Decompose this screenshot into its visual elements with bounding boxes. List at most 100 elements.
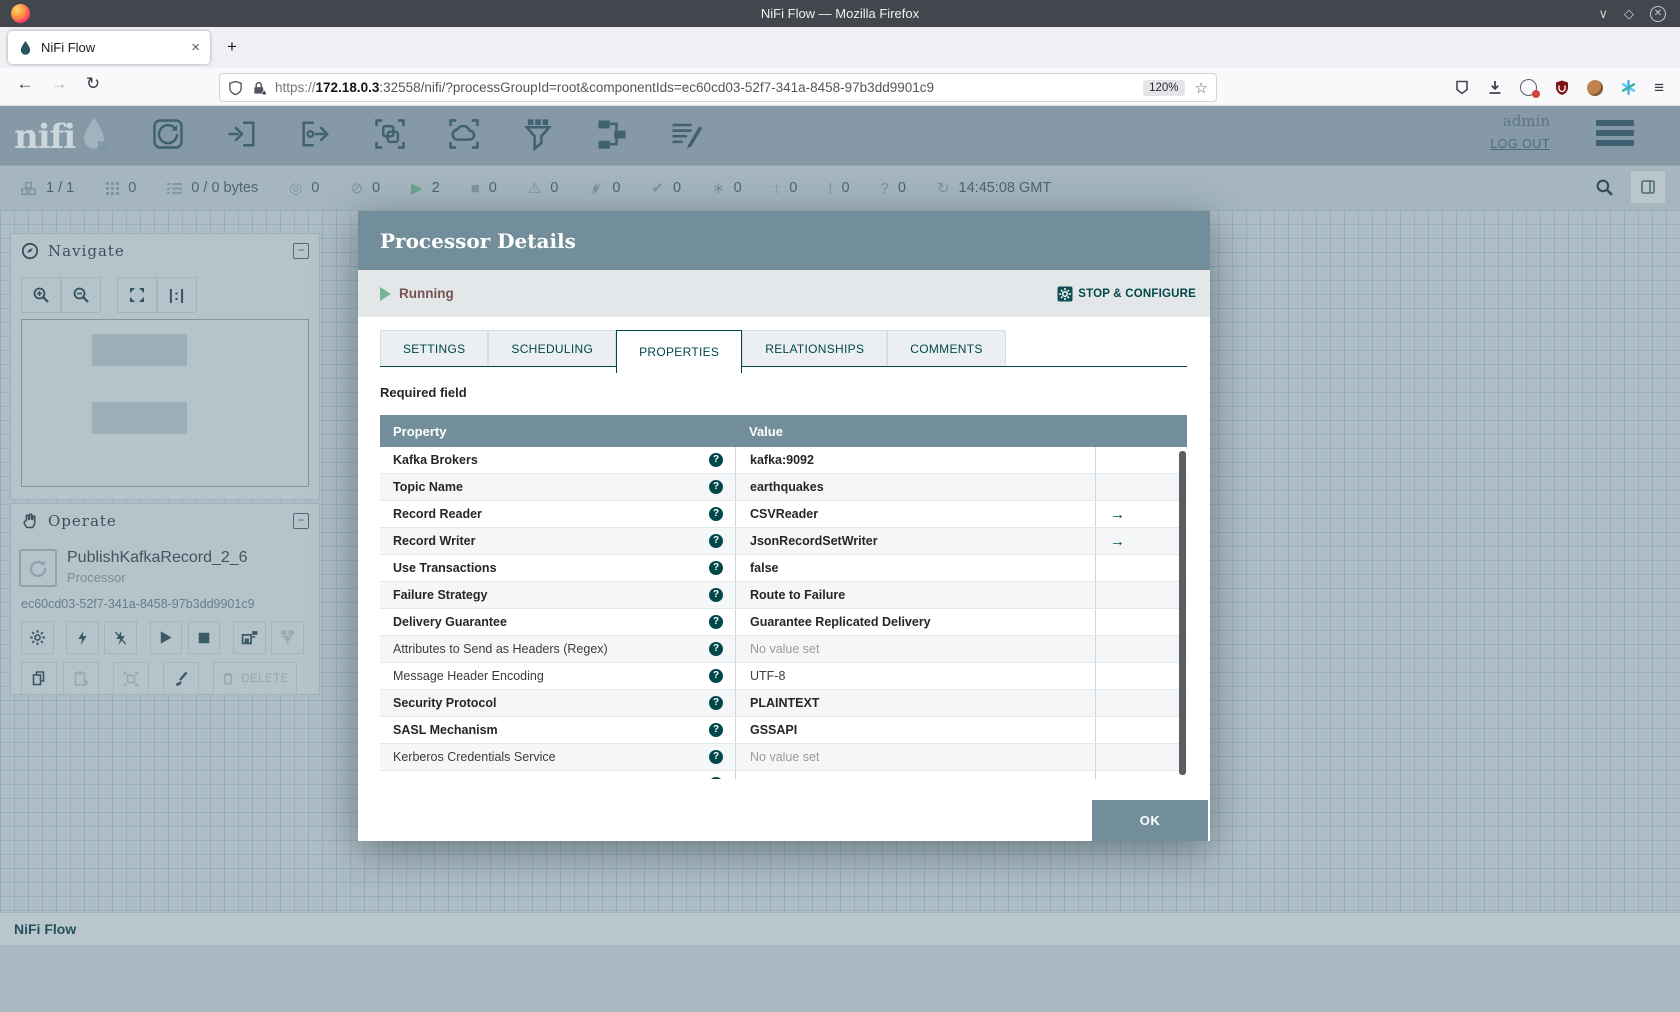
configure-button[interactable] bbox=[21, 621, 54, 654]
property-value-cell[interactable]: UTF-8 bbox=[735, 663, 1095, 689]
bookmark-star-icon[interactable]: ☆ bbox=[1195, 79, 1208, 97]
property-value-cell[interactable]: Route to Failure bbox=[735, 582, 1095, 608]
property-value-cell[interactable]: kafka:9092 bbox=[735, 447, 1095, 473]
sidebar-toggle-icon[interactable] bbox=[1630, 170, 1666, 204]
pocket-shield-icon[interactable] bbox=[1454, 79, 1470, 96]
property-help-icon[interactable]: ? bbox=[709, 588, 723, 602]
tracking-shield-icon[interactable] bbox=[228, 80, 243, 96]
property-help-icon[interactable]: ? bbox=[709, 615, 723, 629]
property-row[interactable]: Attributes to Send as Headers (Regex) ? … bbox=[380, 636, 1187, 663]
property-help-icon[interactable]: ? bbox=[709, 642, 723, 656]
birdseye-minimap[interactable] bbox=[21, 319, 309, 487]
extension-spark-icon[interactable] bbox=[1620, 79, 1637, 96]
property-help-icon[interactable]: ? bbox=[709, 507, 723, 521]
new-tab-button[interactable]: + bbox=[220, 36, 244, 60]
property-row[interactable]: Kerberos Credentials Service ? No value … bbox=[380, 744, 1187, 771]
collapse-operate-icon[interactable]: − bbox=[293, 512, 309, 529]
minimize-icon[interactable]: ∨ bbox=[1598, 6, 1608, 22]
property-help-icon[interactable]: ? bbox=[709, 561, 723, 575]
download-icon[interactable] bbox=[1487, 79, 1503, 96]
property-value-cell[interactable]: No value set bbox=[735, 771, 1095, 779]
tab-relationships[interactable]: RELATIONSHIPS bbox=[742, 330, 888, 366]
property-row[interactable]: Record Reader ? CSVReader → bbox=[380, 501, 1187, 528]
property-row[interactable]: Use Transactions ? false bbox=[380, 555, 1187, 582]
property-value-cell[interactable]: No value set bbox=[735, 744, 1095, 770]
account-icon[interactable] bbox=[1520, 79, 1541, 98]
group-button[interactable] bbox=[113, 662, 149, 695]
processor-icon[interactable] bbox=[148, 114, 188, 154]
property-value-cell[interactable]: CSVReader bbox=[735, 501, 1095, 527]
property-value-cell[interactable]: JsonRecordSetWriter bbox=[735, 528, 1095, 554]
property-row[interactable]: Kafka Brokers ? kafka:9092 bbox=[380, 447, 1187, 474]
property-value-cell[interactable]: No value set bbox=[735, 636, 1095, 662]
copy-button[interactable] bbox=[21, 662, 57, 695]
menu-icon[interactable]: ≡ bbox=[1654, 78, 1664, 98]
property-value-cell[interactable]: PLAINTEXT bbox=[735, 690, 1095, 716]
property-help-icon[interactable]: ? bbox=[709, 669, 723, 683]
template-icon[interactable] bbox=[592, 114, 632, 154]
start-button[interactable] bbox=[149, 621, 183, 654]
lock-warning-icon[interactable] bbox=[252, 80, 267, 96]
property-help-icon[interactable]: ? bbox=[709, 480, 723, 494]
remote-process-group-icon[interactable] bbox=[444, 114, 484, 154]
go-to-service-icon[interactable]: → bbox=[1110, 506, 1125, 523]
output-port-icon[interactable] bbox=[296, 114, 336, 154]
global-menu-icon[interactable] bbox=[1596, 120, 1634, 150]
stop-button[interactable] bbox=[187, 621, 221, 654]
maximize-icon[interactable]: ◇ bbox=[1624, 6, 1634, 22]
logout-link[interactable]: LOG OUT bbox=[1490, 137, 1550, 151]
collapse-navigate-icon[interactable]: − bbox=[293, 242, 309, 259]
go-to-service-icon[interactable]: → bbox=[1110, 533, 1125, 550]
property-help-icon[interactable]: ? bbox=[709, 723, 723, 737]
search-icon[interactable] bbox=[1595, 178, 1614, 197]
breadcrumb[interactable]: NiFi Flow bbox=[14, 921, 76, 937]
page-zoom-badge[interactable]: 120% bbox=[1143, 79, 1185, 96]
property-row[interactable]: SASL Mechanism ? GSSAPI bbox=[380, 717, 1187, 744]
table-scrollbar[interactable] bbox=[1179, 451, 1186, 775]
property-row[interactable]: Delivery Guarantee ? Guarantee Replicate… bbox=[380, 609, 1187, 636]
property-row[interactable]: Message Header Encoding ? UTF-8 bbox=[380, 663, 1187, 690]
property-row[interactable]: Security Protocol ? PLAINTEXT bbox=[380, 690, 1187, 717]
color-button[interactable] bbox=[163, 662, 199, 695]
paste-button[interactable] bbox=[63, 662, 99, 695]
property-row[interactable]: Record Writer ? JsonRecordSetWriter → bbox=[380, 528, 1187, 555]
property-row[interactable]: Failure Strategy ? Route to Failure bbox=[380, 582, 1187, 609]
label-icon[interactable] bbox=[666, 114, 706, 154]
property-value-cell[interactable]: false bbox=[735, 555, 1095, 581]
property-help-icon[interactable]: ? bbox=[709, 534, 723, 548]
property-row[interactable]: Topic Name ? earthquakes bbox=[380, 474, 1187, 501]
property-help-icon[interactable]: ? bbox=[709, 453, 723, 467]
disable-button[interactable] bbox=[104, 621, 137, 654]
tab-comments[interactable]: COMMENTS bbox=[887, 330, 1006, 366]
zoom-fit-button[interactable] bbox=[117, 277, 157, 313]
tab-properties[interactable]: PROPERTIES bbox=[616, 330, 743, 373]
enable-button[interactable] bbox=[66, 621, 99, 654]
cookie-icon[interactable] bbox=[1587, 79, 1604, 96]
zoom-out-button[interactable] bbox=[61, 277, 101, 313]
url-bar[interactable]: https://172.18.0.3:32558/nifi/?processGr… bbox=[219, 73, 1217, 102]
property-value-cell[interactable]: Guarantee Replicated Delivery bbox=[735, 609, 1095, 635]
upload-template-button[interactable] bbox=[270, 621, 304, 654]
close-tab-icon[interactable]: × bbox=[191, 39, 200, 56]
property-help-icon[interactable]: ? bbox=[709, 750, 723, 764]
save-template-button[interactable] bbox=[232, 621, 266, 654]
property-value-cell[interactable]: earthquakes bbox=[735, 474, 1095, 500]
delete-button[interactable]: DELETE bbox=[213, 662, 297, 695]
reload-button[interactable]: ↻ bbox=[80, 74, 106, 94]
back-button[interactable]: ← bbox=[12, 74, 38, 94]
property-row[interactable]: ? No value set bbox=[380, 771, 1187, 779]
zoom-in-button[interactable] bbox=[21, 277, 61, 313]
tab-settings[interactable]: SETTINGS bbox=[380, 330, 489, 366]
input-port-icon[interactable] bbox=[222, 114, 262, 154]
funnel-icon[interactable] bbox=[518, 114, 558, 154]
property-help-icon[interactable]: ? bbox=[709, 777, 723, 779]
browser-tab[interactable]: NiFi Flow × bbox=[8, 31, 210, 64]
ok-button[interactable]: OK bbox=[1092, 800, 1208, 841]
stop-and-configure-button[interactable]: STOP & CONFIGURE bbox=[1057, 286, 1196, 302]
ublock-icon[interactable] bbox=[1554, 79, 1570, 96]
property-help-icon[interactable]: ? bbox=[709, 696, 723, 710]
zoom-actual-size-button[interactable]: |:| bbox=[157, 277, 197, 313]
tab-scheduling[interactable]: SCHEDULING bbox=[488, 330, 617, 366]
property-value-cell[interactable]: GSSAPI bbox=[735, 717, 1095, 743]
forward-button[interactable]: → bbox=[46, 74, 72, 94]
